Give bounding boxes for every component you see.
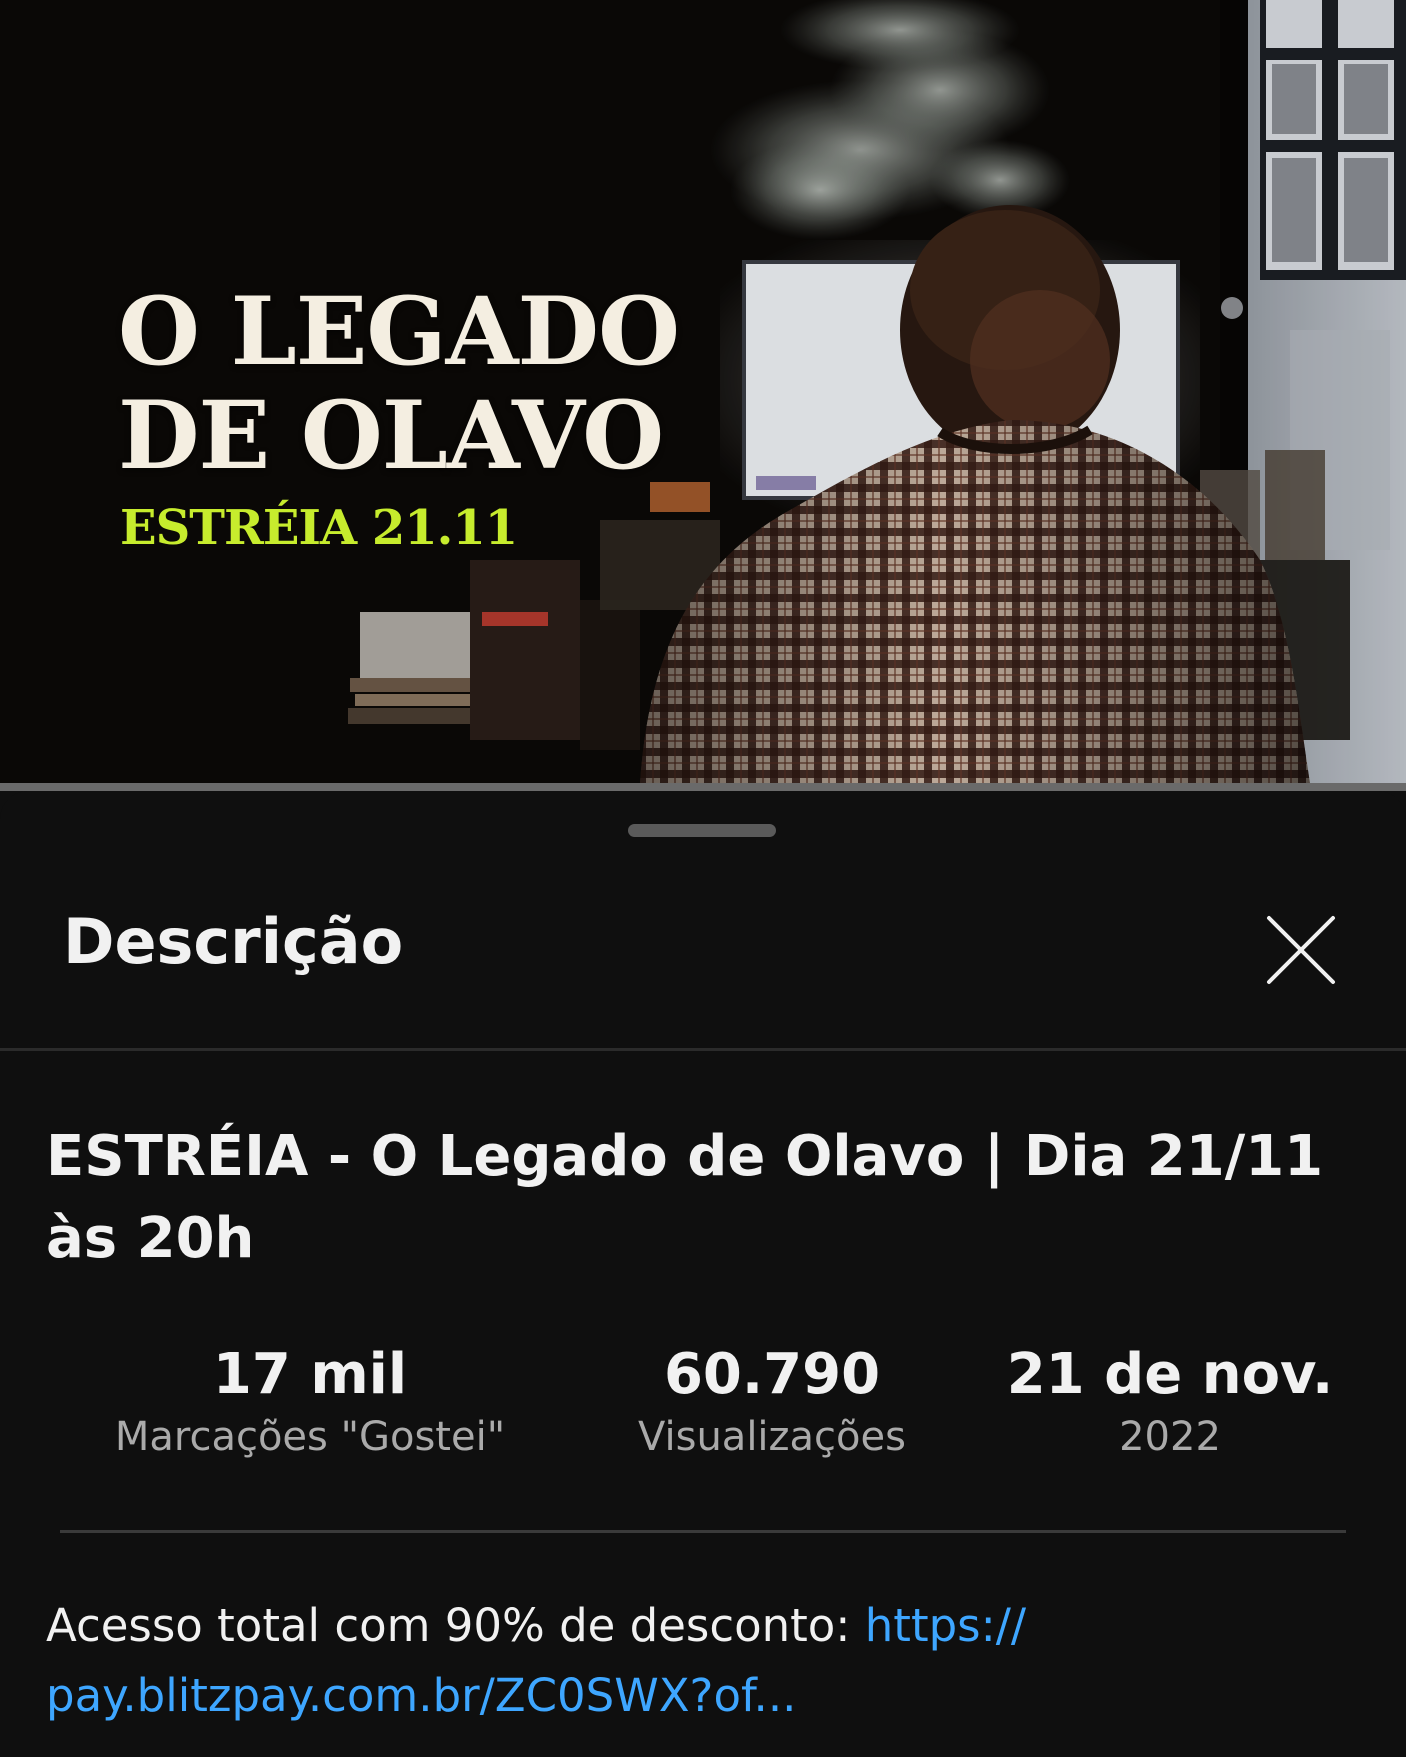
drag-handle[interactable] <box>628 824 776 837</box>
publish-date: 21 de nov. <box>1006 1342 1334 1407</box>
close-button[interactable] <box>1258 907 1344 993</box>
thumbnail-subtitle: ESTRÉIA 21.11 <box>120 500 518 556</box>
views-count: 60.790 <box>663 1342 881 1407</box>
video-progress-bar[interactable] <box>0 783 1406 791</box>
description-link-line2: pay.blitzpay.com.br/ZC0SWX?of... <box>46 1669 797 1722</box>
close-icon <box>1267 916 1335 984</box>
header-divider <box>0 1048 1406 1051</box>
thumbnail-title-line1: O LEGADO <box>118 277 680 387</box>
publish-year: 2022 <box>1119 1414 1221 1460</box>
video-title: ESTRÉIA - O Legado de Olavo | Dia 21/11 … <box>46 1124 1324 1271</box>
video-stats: 17 mil Marcações "Gostei" 60.790 Visuali… <box>0 1341 1406 1481</box>
sheet-title: Descrição <box>63 905 404 978</box>
video-thumbnail[interactable]: O LEGADO DE OLAVO ESTRÉIA 21.11 <box>0 0 1406 783</box>
description-link-line1: https:// <box>864 1599 1027 1652</box>
likes-label: Marcações "Gostei" <box>114 1414 506 1460</box>
stat-likes: 17 mil Marcações "Gostei" <box>60 1341 560 1465</box>
likes-count: 17 mil <box>212 1342 408 1407</box>
stat-views: 60.790 Visualizações <box>572 1341 972 1465</box>
thumbnail-title: O LEGADO DE OLAVO <box>118 277 680 491</box>
stat-date: 21 de nov. 2022 <box>1000 1341 1340 1465</box>
stats-divider <box>60 1530 1346 1533</box>
description-sheet: Descrição ESTRÉIA - O Legado de Olavo | … <box>0 791 1406 1757</box>
description-body: Acesso total com 90% de desconto: <box>46 1599 865 1652</box>
thumbnail-title-line2: DE OLAVO <box>118 381 664 491</box>
description-text: Acesso total com 90% de desconto: https:… <box>46 1591 1366 1731</box>
views-label: Visualizações <box>638 1414 906 1460</box>
sheet-header: Descrição <box>0 881 1406 1017</box>
